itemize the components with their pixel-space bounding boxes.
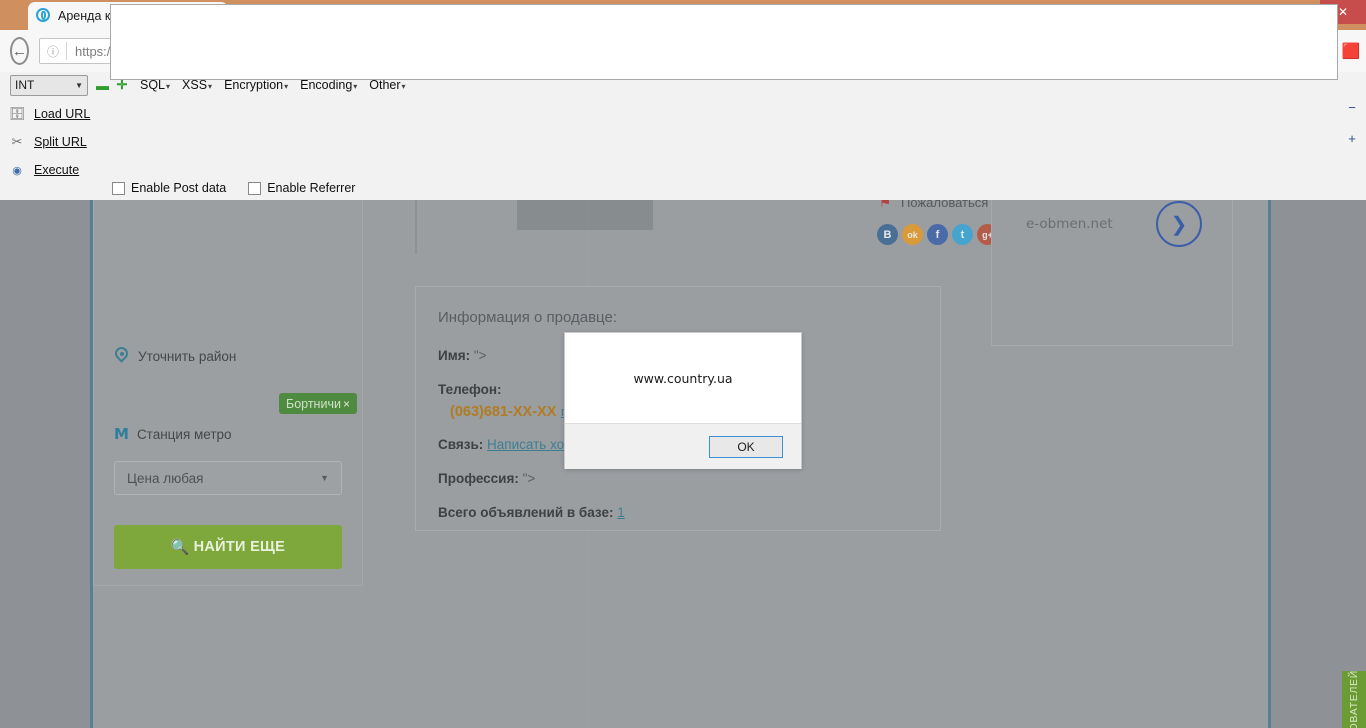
advertisement-panel[interactable]: Покупаем оптом PerfectMoney Огромные ски… [991, 200, 1233, 346]
hackbar-zoom-in-button[interactable]: + [1342, 131, 1362, 146]
split-url-label: Split URL [34, 135, 87, 149]
tab-favicon-icon [36, 8, 52, 24]
hackbar-zoom-controls: − + [1342, 100, 1362, 146]
alert-body: www.country.ua [565, 333, 801, 423]
alert-footer: OK [565, 423, 801, 469]
hackbar-mode-select[interactable]: INT ▼ [10, 75, 88, 96]
enable-referrer-checkbox[interactable]: Enable Referrer [248, 181, 355, 195]
hackbar-menu-xss[interactable]: XSS▾ [182, 78, 212, 92]
seller-name-value: "> [474, 348, 487, 363]
search-icon: 🔍 [171, 538, 190, 556]
ad-footer: e-obmen.net ❯ [1012, 201, 1212, 247]
hackbar-menu-sql[interactable]: SQL▾ [140, 78, 170, 92]
listing-photo-placeholder [415, 200, 943, 254]
seller-profession-label: Профессия: [438, 471, 519, 486]
load-url-label: Load URL [34, 107, 90, 121]
chevron-down-icon: ▼ [320, 473, 329, 483]
hackbar-split-url-button[interactable]: ✂ Split URL [0, 128, 108, 156]
user-support-tab[interactable]: ПОДДЕРЖКА ПОЛЬЗОВАТЕЛЕЙ [1342, 671, 1366, 728]
metro-station-label: Станция метро [137, 427, 232, 442]
hackbar-menu-encryption[interactable]: Encryption▾ [224, 78, 288, 92]
hackbar-execute-button[interactable]: ◉ Execute [0, 156, 108, 184]
alert-ok-button[interactable]: OK [709, 436, 783, 458]
hackbar-load-url-button[interactable]: 🗄 Load URL [0, 100, 108, 128]
javascript-alert-dialog: www.country.ua OK [564, 332, 802, 469]
hackbar-actions: 🗄 Load URL ✂ Split URL ◉ Execute [0, 100, 108, 184]
filter-price-select[interactable]: Цена любая ▼ [114, 461, 342, 495]
seller-total-row: Всего объявлений в базе: 1 [438, 505, 918, 520]
refine-district-label: Уточнить район [138, 349, 236, 364]
hackbar-url-textarea[interactable] [110, 4, 1338, 80]
twitter-icon[interactable]: t [952, 224, 973, 245]
seller-profession-value: "> [523, 471, 536, 486]
hackbar-mode-value: INT [15, 78, 34, 92]
enable-post-data-checkbox[interactable]: Enable Post data [112, 181, 226, 195]
play-icon: ◉ [0, 164, 34, 177]
metro-station-link[interactable]: M Станция метро [114, 425, 232, 443]
seller-profession-row: Профессия: "> [438, 471, 918, 486]
user-support-label: ПОДДЕРЖКА ПОЛЬЗОВАТЕЛЕЙ [1348, 670, 1360, 728]
ad-next-arrow-icon[interactable]: ❯ [1156, 201, 1202, 247]
enable-referrer-label: Enable Referrer [267, 181, 355, 195]
seller-total-value[interactable]: 1 [617, 505, 625, 520]
odnoklassniki-icon[interactable]: ok [902, 224, 923, 245]
facebook-icon[interactable]: f [927, 224, 948, 245]
execute-label: Execute [34, 163, 79, 177]
ad-url: e-obmen.net [1026, 216, 1113, 232]
enable-post-data-label: Enable Post data [131, 181, 226, 195]
seller-total-label: Всего объявлений в базе: [438, 505, 613, 520]
refine-district-link[interactable]: Уточнить район [114, 347, 236, 365]
search-more-label: НАЙТИ ЕЩЕ [194, 539, 286, 555]
flag-icon: ⚑ [877, 200, 893, 211]
seller-name-label: Имя: [438, 348, 470, 363]
house-placeholder-icon [485, 200, 685, 238]
checkbox-box [248, 182, 261, 195]
site-info-icon[interactable]: ⓘ [40, 43, 66, 60]
back-button[interactable]: ← [10, 37, 29, 65]
hackbar-menu-other[interactable]: Other▾ [369, 78, 405, 92]
chevron-down-icon: ▼ [75, 81, 83, 90]
hackbar-zoom-out-button[interactable]: − [1342, 100, 1362, 115]
load-url-icon: 🗄 [0, 106, 34, 122]
district-tag[interactable]: Бортничи × [279, 393, 357, 414]
seller-contact-label: Связь: [438, 437, 483, 452]
search-more-button[interactable]: 🔍 НАЙТИ ЕЩЕ [114, 525, 342, 569]
district-tag-label: Бортничи [286, 397, 341, 411]
scissors-icon: ✂ [0, 134, 34, 150]
screenshot-root: Аренда квартиры на Вааааа, ✕ + ▁ ❐ ✕ ← ⓘ… [0, 0, 1366, 728]
hackbar-menu-encoding[interactable]: Encoding▾ [300, 78, 357, 92]
district-tag-remove-icon[interactable]: × [343, 397, 350, 411]
seller-phone-label: Телефон: [438, 382, 502, 397]
report-label: Пожаловаться [901, 200, 988, 210]
hackbar-remove-button[interactable]: ▬ [96, 78, 108, 93]
map-pin-icon [114, 347, 130, 365]
checkbox-box [112, 182, 125, 195]
seller-info-title: Информация о продавце: [438, 309, 918, 326]
alert-message: www.country.ua [633, 371, 732, 386]
pocket-shield-icon[interactable]: 🟥 [1337, 37, 1365, 65]
metro-icon: M [114, 425, 129, 443]
filter-price-value: Цена любая [127, 471, 203, 486]
hackbar-checkbox-row: Enable Post data Enable Referrer [112, 181, 355, 195]
vk-icon[interactable]: B [877, 224, 898, 245]
search-filters-panel: ▼ 2 комнатные ▼ г. Киев ▼ Уточнить район… [93, 200, 363, 586]
seller-phone-value: (063)681-XX-XX [450, 404, 556, 420]
